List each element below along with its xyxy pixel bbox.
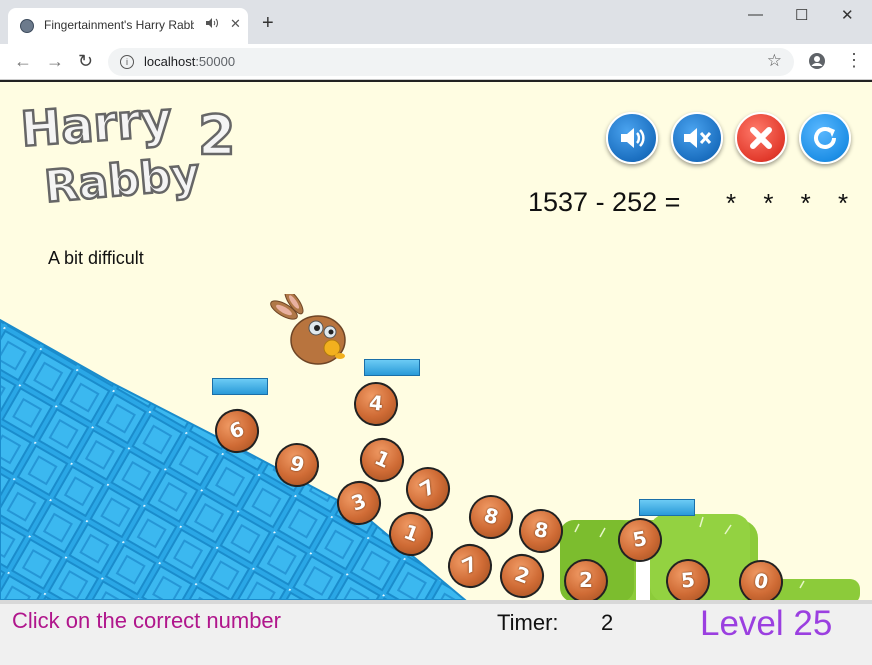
timer-label: Timer: — [497, 610, 559, 635]
sound-on-button[interactable] — [606, 112, 658, 164]
restart-icon — [814, 127, 836, 149]
logo-number: 2 — [198, 104, 236, 167]
address-bar[interactable]: i localhost:50000 ☆ — [108, 48, 794, 76]
restart-button[interactable] — [799, 112, 851, 164]
instruction-text: Click on the correct number — [12, 608, 281, 633]
answer-mask: * * * * — [726, 188, 859, 218]
reload-button[interactable]: ↻ — [78, 51, 93, 72]
favicon-icon — [20, 19, 34, 33]
logo-line2: Rabby — [43, 149, 202, 213]
number-ball[interactable]: 2 — [564, 559, 608, 600]
equation-text: 1537 - 252 = — [528, 187, 681, 217]
speaker-icon — [621, 128, 645, 148]
browser-menu-icon[interactable]: ⋮ — [845, 50, 863, 71]
close-icon — [750, 127, 772, 149]
floating-platform — [639, 499, 695, 516]
logo-line1: Harry — [20, 94, 174, 158]
window-maximize-button[interactable]: ☐ — [795, 6, 808, 24]
speaker-icon[interactable] — [205, 17, 219, 32]
rabbit-character — [270, 294, 346, 365]
sound-mute-button[interactable] — [671, 112, 723, 164]
close-game-button[interactable] — [735, 112, 787, 164]
window-close-button[interactable]: ✕ — [841, 6, 854, 24]
bookmark-star-icon[interactable]: ☆ — [767, 51, 782, 71]
info-icon[interactable]: i — [120, 55, 134, 69]
tab-title: Fingertainment's Harry Rabby 2 — [44, 18, 194, 32]
browser-toolbar: ← → ↻ i localhost:50000 ☆ ⋮ — [0, 44, 872, 80]
tab-close-icon[interactable]: ✕ — [230, 16, 241, 32]
floating-platform — [364, 359, 420, 376]
browser-tab[interactable]: Fingertainment's Harry Rabby 2 ✕ — [8, 8, 248, 44]
url-text[interactable]: localhost:50000 — [144, 54, 235, 69]
floating-platform — [212, 378, 268, 395]
forward-button[interactable]: → — [46, 51, 64, 72]
account-icon[interactable] — [808, 52, 826, 75]
difficulty-label: A bit difficult — [48, 248, 144, 268]
back-button[interactable]: ← — [14, 51, 32, 72]
new-tab-button[interactable]: + — [262, 13, 274, 33]
window-minimize-button[interactable]: — — [748, 6, 763, 23]
browser-titlebar: Fingertainment's Harry Rabby 2 ✕ + — ☐ ✕ — [0, 0, 872, 44]
status-bar: Click on the correct number Timer: 2 Lev… — [0, 600, 872, 665]
game-logo: Harry Rabby 2 — [20, 94, 237, 214]
game-canvas[interactable]: Harry Rabby 2 1537 - 252 = * * * * A bit… — [0, 80, 872, 600]
mute-icon — [684, 128, 712, 148]
timer-value: 2 — [601, 610, 614, 635]
level-indicator: Level 25 — [700, 604, 833, 643]
